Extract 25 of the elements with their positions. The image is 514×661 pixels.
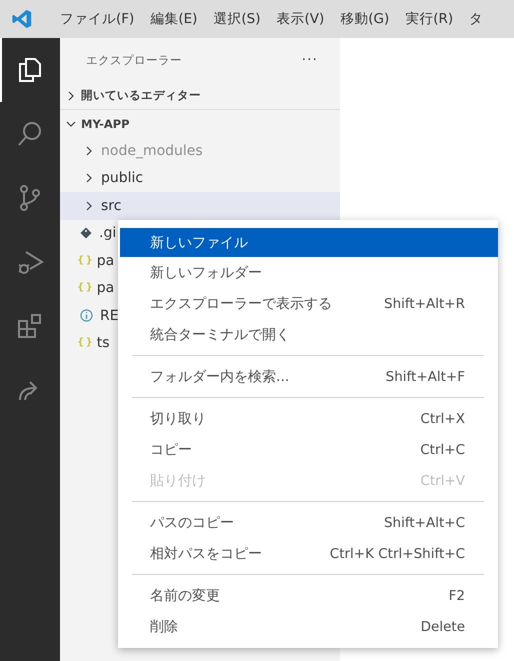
keyboard-shortcut: Ctrl+V bbox=[420, 472, 465, 488]
menu-item-label: フォルダー内を検索... bbox=[150, 368, 290, 386]
keyboard-shortcut: Delete bbox=[420, 618, 465, 634]
menu-item-label: パスのコピー bbox=[150, 514, 234, 532]
menu-item-label: エクスプローラーで表示する bbox=[150, 294, 332, 312]
menu-item-label: 切り取り bbox=[150, 410, 206, 428]
json-file-icon: { } bbox=[77, 281, 92, 296]
keyboard-shortcut: F2 bbox=[448, 588, 465, 604]
menu-item-label: 相対パスをコピー bbox=[150, 544, 262, 562]
menu-item-label: 名前の変更 bbox=[150, 586, 220, 604]
menu-item-label: 新しいフォルダー bbox=[150, 264, 262, 282]
menu-item-label: 削除 bbox=[150, 618, 178, 636]
keyboard-shortcut: Shift+Alt+F bbox=[386, 368, 465, 384]
menu-item-label: コピー bbox=[150, 440, 192, 458]
menu-item-label: 新しいファイル bbox=[150, 234, 248, 252]
menu-item-label: 貼り付け bbox=[150, 472, 206, 490]
panel-title: エクスプローラー bbox=[86, 52, 182, 68]
keyboard-shortcut: Shift+Alt+C bbox=[384, 514, 465, 530]
keyboard-shortcut: Ctrl+C bbox=[420, 442, 465, 458]
menu-item-label: 統合ターミナルで開く bbox=[150, 326, 290, 344]
keyboard-shortcut: Shift+Alt+R bbox=[384, 296, 465, 312]
keyboard-shortcut: Ctrl+X bbox=[420, 410, 465, 426]
keyboard-shortcut: Ctrl+K Ctrl+Shift+C bbox=[330, 546, 465, 562]
json-file-icon: { } bbox=[77, 254, 92, 268]
json-file-icon: { } bbox=[77, 336, 92, 350]
